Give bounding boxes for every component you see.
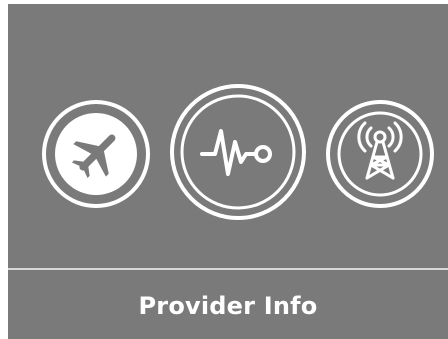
radio-tower-icon [326, 100, 434, 208]
airplane-icon [42, 100, 150, 208]
divider [8, 268, 448, 270]
provider-info-tile[interactable] [168, 82, 308, 222]
pulse-signal-icon [170, 84, 306, 220]
screen: Provider Info [8, 4, 448, 339]
icon-carousel [8, 4, 448, 268]
network-tower-tile[interactable] [324, 98, 436, 210]
airplane-mode-tile[interactable] [40, 98, 152, 210]
selected-item-label: Provider Info [138, 291, 318, 320]
